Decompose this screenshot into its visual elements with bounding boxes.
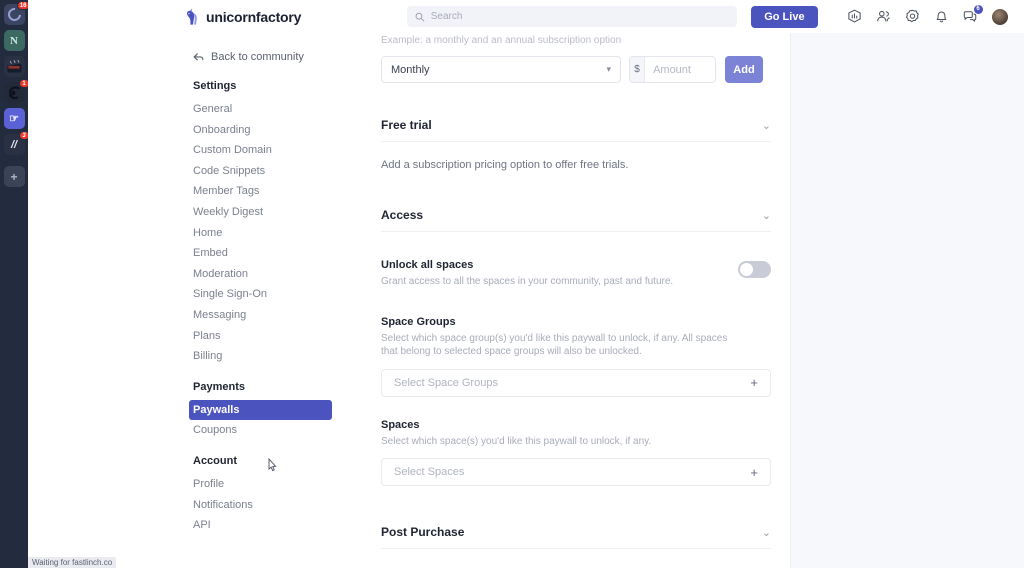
back-arrow-icon xyxy=(193,53,204,62)
global-search[interactable] xyxy=(407,6,737,27)
nav-heading-payments: Payments xyxy=(193,381,362,393)
unlock-all-spaces-toggle[interactable] xyxy=(738,261,771,278)
rail-add-button[interactable]: + xyxy=(4,166,25,187)
plus-icon[interactable]: + xyxy=(750,465,758,480)
rail-item-slash-app[interactable]: // 3 xyxy=(4,134,25,155)
back-to-community-link[interactable]: Back to community xyxy=(193,51,362,63)
brand-name: unicornfactory xyxy=(206,9,301,25)
free-trial-title: Free trial xyxy=(381,118,432,132)
free-trial-section-header[interactable]: Free trial ⌄ xyxy=(381,118,771,142)
right-empty-pane xyxy=(790,33,1024,568)
unlock-all-spaces-label: Unlock all spaces xyxy=(381,259,728,271)
spaces-label: Spaces xyxy=(381,419,771,431)
plus-icon: + xyxy=(10,170,17,184)
sidebar-item-messaging[interactable]: Messaging xyxy=(189,305,332,326)
app-root: 16 N 1 ☞ // 3 + xyxy=(0,0,1024,568)
sidebar-item-paywalls[interactable]: Paywalls xyxy=(189,400,332,421)
space-groups-select[interactable]: Select Space Groups + xyxy=(381,369,771,397)
rail-item-pointer-app[interactable]: ☞ xyxy=(4,108,25,129)
amount-input[interactable] xyxy=(645,57,715,82)
rail-item-dark-app[interactable]: 1 xyxy=(4,82,25,103)
sidebar-item-home[interactable]: Home xyxy=(189,223,332,244)
sidebar-item-profile[interactable]: Profile xyxy=(189,474,332,495)
spaces-placeholder: Select Spaces xyxy=(394,466,464,478)
sidebar-item-single-sign-on[interactable]: Single Sign-On xyxy=(189,284,332,305)
sidebar-item-api[interactable]: API xyxy=(189,515,332,536)
pricing-option-row: Monthly ▾ $ Add xyxy=(381,56,771,83)
sidebar-item-code-snippets[interactable]: Code Snippets xyxy=(189,161,332,182)
sidebar-item-member-tags[interactable]: Member Tags xyxy=(189,181,332,202)
chat-unread-badge: 6 xyxy=(974,5,983,14)
free-trial-description: Add a subscription pricing option to off… xyxy=(381,159,771,171)
paywall-settings-form: Example: a monthly and an annual subscri… xyxy=(362,33,790,568)
nav-heading-settings: Settings xyxy=(193,80,362,92)
plus-icon[interactable]: + xyxy=(750,375,758,390)
access-title: Access xyxy=(381,208,423,222)
sidebar-item-plans[interactable]: Plans xyxy=(189,326,332,347)
app-rail: 16 N 1 ☞ // 3 + xyxy=(0,0,28,568)
rail-item-clapper-app[interactable] xyxy=(4,56,25,77)
pointer-hand-icon: ☞ xyxy=(9,112,19,125)
spaces-help: Select which space(s) you'd like this pa… xyxy=(381,435,771,449)
unlock-all-spaces-row: Unlock all spaces Grant access to all th… xyxy=(381,259,771,289)
sidebar-item-billing[interactable]: Billing xyxy=(189,346,332,367)
search-input[interactable] xyxy=(431,11,730,22)
slash-icon: // xyxy=(11,139,17,151)
sidebar-item-general[interactable]: General xyxy=(189,99,332,120)
sidebar-item-moderation[interactable]: Moderation xyxy=(189,264,332,285)
search-icon xyxy=(415,12,425,22)
sidebar-item-coupons[interactable]: Coupons xyxy=(189,420,332,441)
back-to-community-label: Back to community xyxy=(211,51,304,63)
chevron-down-icon[interactable]: ⌄ xyxy=(762,526,771,539)
sidebar-item-embed[interactable]: Embed xyxy=(189,243,332,264)
chat-icon[interactable]: 6 xyxy=(963,9,978,24)
unicorn-icon xyxy=(185,8,199,25)
content-region: Back to community Settings General Onboa… xyxy=(28,33,1024,568)
sidebar-item-custom-domain[interactable]: Custom Domain xyxy=(189,140,332,161)
toggle-knob xyxy=(740,263,753,276)
space-groups-help: Select which space group(s) you'd like t… xyxy=(381,332,736,359)
chevron-down-icon: ▾ xyxy=(606,64,611,75)
sidebar-item-notifications[interactable]: Notifications xyxy=(189,495,332,516)
post-purchase-title: Post Purchase xyxy=(381,525,464,539)
currency-symbol: $ xyxy=(630,57,645,82)
nav-heading-account: Account xyxy=(193,455,362,467)
analytics-icon[interactable] xyxy=(847,9,862,24)
notion-icon: N xyxy=(10,35,18,47)
settings-sidebar: Back to community Settings General Onboa… xyxy=(28,33,362,568)
spaces-field: Spaces Select which space(s) you'd like … xyxy=(381,419,771,487)
rail-item-circle-app[interactable]: 16 xyxy=(4,4,25,25)
sidebar-item-weekly-digest[interactable]: Weekly Digest xyxy=(189,202,332,223)
gear-icon[interactable] xyxy=(905,9,920,24)
amount-field-group: $ xyxy=(629,56,716,83)
pricing-hint: Example: a monthly and an annual subscri… xyxy=(381,35,771,46)
chevron-down-icon[interactable]: ⌄ xyxy=(762,209,771,222)
clapperboard-icon xyxy=(7,60,22,73)
chevron-down-icon[interactable]: ⌄ xyxy=(762,119,771,132)
access-section-header[interactable]: Access ⌄ xyxy=(381,208,771,232)
interval-select[interactable]: Monthly ▾ xyxy=(381,56,621,83)
bell-icon[interactable] xyxy=(934,9,949,24)
go-live-button[interactable]: Go Live xyxy=(751,6,817,28)
add-price-button[interactable]: Add xyxy=(725,56,763,83)
app-header: unicornfactory Go Live xyxy=(28,0,1024,33)
browser-viewport: unicornfactory Go Live xyxy=(28,0,1024,568)
brand-logo-link[interactable]: unicornfactory xyxy=(185,8,301,25)
unlock-all-spaces-help: Grant access to all the spaces in your c… xyxy=(381,275,728,289)
space-groups-field: Space Groups Select which space group(s)… xyxy=(381,316,771,397)
spaces-select[interactable]: Select Spaces + xyxy=(381,458,771,486)
space-groups-placeholder: Select Space Groups xyxy=(394,377,498,389)
post-purchase-section-header[interactable]: Post Purchase ⌄ xyxy=(381,525,771,549)
avatar[interactable] xyxy=(992,9,1008,25)
sidebar-item-onboarding[interactable]: Onboarding xyxy=(189,120,332,141)
header-icon-group: 6 xyxy=(847,9,1008,25)
rail-item-notion-app[interactable]: N xyxy=(4,30,25,51)
members-icon[interactable] xyxy=(876,9,891,24)
swirl-icon xyxy=(7,86,22,100)
interval-select-value: Monthly xyxy=(391,64,430,76)
space-groups-label: Space Groups xyxy=(381,316,771,328)
browser-status-bar: Waiting for fastlinch.co xyxy=(28,557,116,568)
